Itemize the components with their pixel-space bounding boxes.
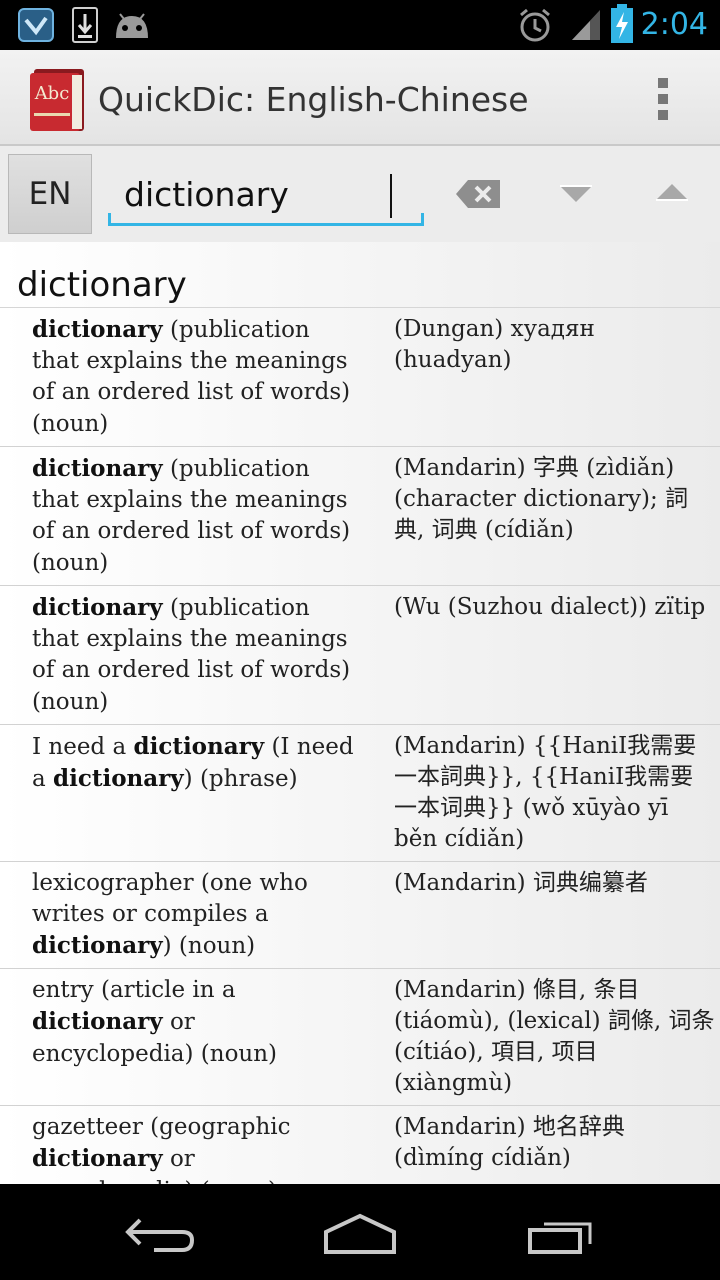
list-item[interactable]: dictionary (publication that explains th… xyxy=(0,447,720,586)
overflow-menu-icon[interactable] xyxy=(648,76,678,122)
search-query-text: dictionary xyxy=(124,175,289,214)
status-bar: 2:04 xyxy=(0,0,720,50)
language-toggle-button[interactable]: EN xyxy=(8,154,92,234)
translation-text: (Mandarin) {{HaniI我需要一本詞典}}, {{HaniI我需要一… xyxy=(394,733,697,852)
shield-notification-icon xyxy=(18,8,54,46)
translation-text: (Mandarin) 條目, 条目 (tiáomù), (lexical) 詞條… xyxy=(394,977,715,1096)
backspace-clear-icon[interactable] xyxy=(454,178,502,210)
download-icon xyxy=(72,7,98,47)
search-input[interactable]: dictionary xyxy=(108,166,424,226)
results-list[interactable]: dictionary dictionary (publication that … xyxy=(0,242,720,1184)
navigation-bar xyxy=(0,1184,720,1280)
section-header: dictionary xyxy=(0,242,720,308)
back-icon[interactable] xyxy=(124,1212,196,1260)
clock: 2:04 xyxy=(640,7,708,42)
app-title: QuickDic: English-Chinese xyxy=(98,80,529,119)
battery-charging-icon xyxy=(610,4,634,48)
android-icon xyxy=(112,12,152,44)
source-text: entry (article in a dictionary or encycl… xyxy=(32,977,278,1067)
search-row: EN dictionary xyxy=(0,146,720,242)
list-item[interactable]: entry (article in a dictionary or encycl… xyxy=(0,969,720,1106)
list-item[interactable]: gazetteer (geographic dictionary or ency… xyxy=(0,1106,720,1184)
list-item[interactable]: dictionary (publication that explains th… xyxy=(0,308,720,447)
source-text: I need a dictionary (I need a dictionary… xyxy=(32,733,354,792)
arrow-down-icon[interactable] xyxy=(558,182,594,206)
dictionary-book-icon[interactable]: Abc xyxy=(28,67,86,133)
signal-icon xyxy=(570,8,602,46)
translation-text: (Mandarin) 词典编纂者 xyxy=(394,870,648,896)
home-icon[interactable] xyxy=(322,1212,398,1260)
source-text: dictionary (publication that explains th… xyxy=(32,594,351,715)
text-cursor xyxy=(390,174,392,218)
app-logo-text: Abc xyxy=(34,83,70,104)
source-text: gazetteer (geographic dictionary or ency… xyxy=(32,1114,291,1184)
recent-apps-icon[interactable] xyxy=(526,1212,598,1260)
arrow-up-icon[interactable] xyxy=(654,180,690,204)
list-item[interactable]: dictionary (publication that explains th… xyxy=(0,586,720,725)
alarm-icon xyxy=(518,7,552,47)
translation-text: (Dungan) хуадян (huadyan) xyxy=(394,316,595,373)
translation-text: (Wu (Suzhou dialect)) zïtip xyxy=(394,594,706,620)
translation-text: (Mandarin) 字典 (zìdiǎn) (character dictio… xyxy=(394,455,689,543)
list-item[interactable]: lexicographer (one who writes or compile… xyxy=(0,862,720,969)
translation-text: (Mandarin) 地名辞典 (dìmíng cídiǎn) xyxy=(394,1114,625,1171)
action-bar: Abc QuickDic: English-Chinese xyxy=(0,50,720,146)
list-item[interactable]: I need a dictionary (I need a dictionary… xyxy=(0,725,720,862)
source-text: lexicographer (one who writes or compile… xyxy=(32,870,308,959)
source-text: dictionary (publication that explains th… xyxy=(32,455,351,576)
source-text: dictionary (publication that explains th… xyxy=(32,316,351,437)
